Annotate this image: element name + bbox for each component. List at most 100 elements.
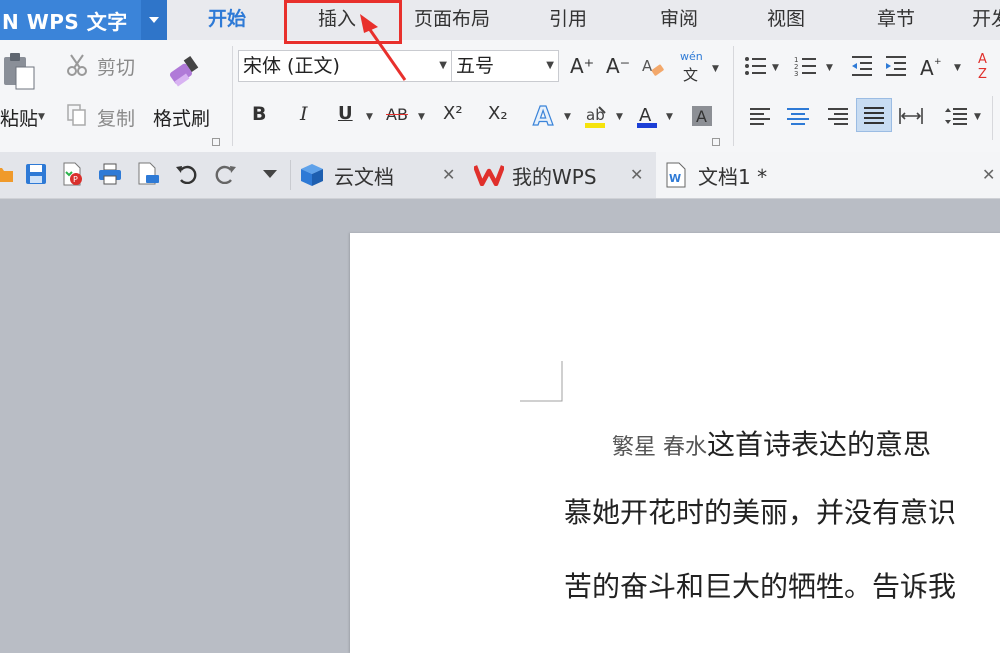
- undo-icon[interactable]: [172, 160, 200, 188]
- font-name-select[interactable]: 宋体 (正文) ▼: [238, 50, 452, 82]
- document-line-2: 慕她开花时的美丽，并没有意识: [564, 496, 957, 529]
- bullet-list-dropdown-icon[interactable]: ▼: [772, 63, 779, 73]
- save-icon[interactable]: [22, 160, 50, 188]
- svg-text:A: A: [533, 102, 553, 129]
- phonetic-guide-button[interactable]: wén: [680, 50, 703, 63]
- ribbon-toolbar: 粘贴 ▼ 剪切 复制 格式刷 宋体 (正文) ▼ 五号 ▼ A⁺ A⁻ A wé…: [0, 40, 1000, 153]
- underline-dropdown-icon[interactable]: ▼: [366, 112, 373, 122]
- svg-text:W: W: [669, 172, 681, 185]
- numbered-list-icon[interactable]: 123: [794, 54, 818, 78]
- redo-icon[interactable]: [212, 160, 240, 188]
- format-painter-icon[interactable]: [166, 52, 206, 92]
- change-case-icon[interactable]: A +: [920, 54, 946, 80]
- insert-tab-highlight-box: [284, 0, 402, 44]
- font-name-dropdown-icon[interactable]: ▼: [439, 51, 447, 81]
- shrink-font-button[interactable]: A⁻: [606, 54, 630, 78]
- doc-tab-my-wps-label: 我的WPS: [512, 164, 597, 189]
- phonetic-dropdown-icon[interactable]: ▼: [712, 64, 719, 74]
- doc-tab-document1[interactable]: W 文档1 * ✕: [656, 152, 1000, 198]
- scissors-icon[interactable]: [64, 52, 90, 78]
- cut-button[interactable]: 剪切: [97, 53, 135, 80]
- align-right-icon[interactable]: [826, 104, 850, 128]
- doc-tab-cloud-label: 云文档: [334, 164, 394, 189]
- customize-toolbar-dropdown-icon[interactable]: [256, 160, 284, 188]
- tab-page-layout[interactable]: 页面布局: [414, 0, 490, 40]
- bold-button[interactable]: B: [252, 103, 266, 125]
- distributed-align-icon[interactable]: [898, 104, 924, 128]
- tab-section[interactable]: 章节: [877, 0, 915, 40]
- open-folder-icon[interactable]: [0, 160, 18, 188]
- align-left-icon[interactable]: [748, 104, 772, 128]
- highlight-color-icon[interactable]: ab: [582, 102, 610, 130]
- print-preview-icon[interactable]: [134, 160, 162, 188]
- superscript-button[interactable]: X²: [443, 103, 463, 124]
- close-icon[interactable]: ✕: [630, 165, 643, 184]
- svg-text:A: A: [920, 56, 934, 79]
- numbered-list-dropdown-icon[interactable]: ▼: [826, 63, 833, 73]
- phonetic-char-icon: 文: [683, 66, 699, 84]
- document-line-1: 繁星 春水这首诗表达的意思: [612, 423, 931, 463]
- change-case-dropdown-icon[interactable]: ▼: [954, 63, 961, 73]
- justify-icon[interactable]: [856, 98, 892, 132]
- underline-button[interactable]: U: [338, 103, 353, 124]
- font-size-select[interactable]: 五号 ▼: [451, 50, 559, 82]
- document-tabs-bar: P 云文档 ✕ 我的WPS ✕ W 文档1 * ✕: [0, 152, 1000, 199]
- highlight-dropdown-icon[interactable]: ▼: [616, 112, 623, 122]
- export-pdf-icon[interactable]: P: [58, 160, 86, 188]
- margin-corner-mark: [520, 361, 563, 402]
- paste-dropdown-icon[interactable]: ▼: [38, 112, 45, 122]
- strikethrough-button[interactable]: AB: [386, 105, 408, 124]
- copy-icon[interactable]: [64, 102, 90, 128]
- font-name-value: 宋体 (正文): [243, 55, 340, 77]
- char-shading-icon[interactable]: A: [688, 102, 716, 130]
- svg-text:A: A: [639, 105, 652, 126]
- strikethrough-dropdown-icon[interactable]: ▼: [418, 112, 425, 122]
- subscript-button[interactable]: X₂: [488, 103, 508, 124]
- svg-text:P: P: [73, 175, 78, 184]
- tab-view[interactable]: 视图: [767, 0, 805, 40]
- close-icon[interactable]: ✕: [442, 165, 455, 184]
- tab-review[interactable]: 审阅: [660, 0, 698, 40]
- tab-references[interactable]: 引用: [549, 0, 587, 40]
- italic-button[interactable]: I: [300, 103, 308, 125]
- format-painter-button[interactable]: 格式刷: [153, 104, 210, 131]
- app-title: N WPS 文字: [2, 9, 128, 34]
- font-color-icon[interactable]: A: [634, 102, 660, 130]
- document-workspace: 繁星 春水这首诗表达的意思 慕她开花时的美丽，并没有意识 苦的奋斗和巨大的牺牲。…: [0, 199, 1000, 653]
- menu-bar: N WPS 文字 开始 插入 页面布局 引用 审阅 视图 章节 开发: [0, 0, 1000, 40]
- clear-format-icon[interactable]: A: [640, 54, 666, 80]
- sort-icon[interactable]: AZ: [972, 50, 1000, 80]
- font-group-launcher[interactable]: [712, 138, 720, 146]
- decrease-indent-icon[interactable]: [850, 54, 874, 78]
- tab-developer[interactable]: 开发: [972, 0, 1000, 40]
- font-size-dropdown-icon[interactable]: ▼: [546, 51, 554, 81]
- copy-button[interactable]: 复制: [97, 104, 135, 131]
- bullet-list-icon[interactable]: [744, 54, 768, 78]
- cloud-cube-icon: [300, 163, 324, 187]
- print-icon[interactable]: [96, 160, 124, 188]
- text-effect-icon[interactable]: A: [530, 100, 558, 130]
- line-1-text: 这首诗表达的意思: [707, 428, 932, 461]
- font-color-dropdown-icon[interactable]: ▼: [666, 112, 673, 122]
- tab-home[interactable]: 开始: [208, 0, 246, 40]
- close-icon[interactable]: ✕: [982, 165, 995, 184]
- text-effect-dropdown-icon[interactable]: ▼: [564, 112, 571, 122]
- svg-text:A: A: [696, 107, 707, 126]
- increase-indent-icon[interactable]: [884, 54, 908, 78]
- doc-tab-my-wps[interactable]: 我的WPS ✕: [466, 152, 656, 198]
- doc-tab-document1-label: 文档1 *: [698, 164, 768, 189]
- paste-icon[interactable]: [2, 50, 38, 92]
- align-center-icon[interactable]: [786, 104, 810, 128]
- svg-text:A: A: [978, 52, 987, 67]
- paste-button[interactable]: 粘贴: [0, 104, 38, 131]
- wps-logo-icon: [474, 164, 504, 186]
- document-page[interactable]: 繁星 春水这首诗表达的意思 慕她开花时的美丽，并没有意识 苦的奋斗和巨大的牺牲。…: [350, 233, 1000, 653]
- poem-title: 繁星 春水: [612, 435, 707, 460]
- app-menu-button[interactable]: N WPS 文字: [0, 0, 167, 40]
- app-menu-dropdown-icon[interactable]: [141, 0, 167, 40]
- line-spacing-icon[interactable]: [944, 104, 968, 128]
- grow-font-button[interactable]: A⁺: [570, 54, 594, 78]
- doc-tab-cloud[interactable]: 云文档 ✕: [292, 152, 464, 198]
- clipboard-group-launcher[interactable]: [212, 138, 220, 146]
- line-spacing-dropdown-icon[interactable]: ▼: [974, 112, 981, 122]
